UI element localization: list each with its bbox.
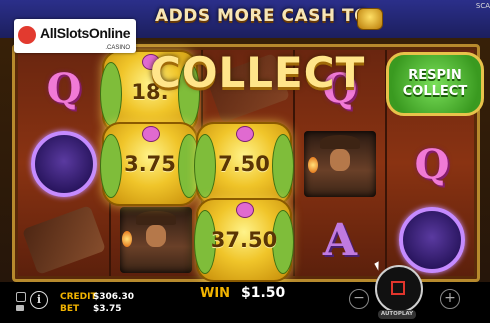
symbol-cowboy bbox=[294, 126, 386, 202]
gem-icon bbox=[142, 126, 160, 142]
collect-title: COLLECT bbox=[150, 48, 366, 97]
scarab-cash-symbol: 37.50 bbox=[194, 198, 294, 282]
spin-button[interactable] bbox=[375, 265, 423, 313]
scarab-cash-symbol: 3.75 bbox=[100, 122, 200, 206]
gem-icon bbox=[236, 126, 254, 142]
sound-icon[interactable] bbox=[16, 305, 24, 311]
respin-label: RESPIN bbox=[408, 68, 462, 83]
gem-icon bbox=[236, 202, 254, 218]
win-label: WIN bbox=[200, 286, 231, 301]
anubis-icon bbox=[399, 207, 465, 273]
increase-bet-button[interactable]: + bbox=[440, 289, 460, 309]
logo-icon bbox=[18, 26, 36, 44]
gun-icon bbox=[21, 205, 107, 275]
logo-name: AllSlotsOnline bbox=[40, 25, 131, 41]
scarab-value: 37.50 bbox=[210, 228, 278, 252]
scarab-cash-symbol: 7.50 bbox=[194, 122, 294, 206]
casino-logo: AllSlotsOnline .CASINO bbox=[14, 19, 136, 53]
stop-icon bbox=[391, 281, 405, 295]
anubis-icon bbox=[31, 131, 97, 197]
symbol-cowboy bbox=[110, 202, 202, 278]
credit-value: $306.30 bbox=[93, 292, 134, 302]
info-icon[interactable]: i bbox=[30, 291, 48, 309]
slot-game-screen: ADDS MORE CASH TO SCA Q Q A Q 18. 3.75 7… bbox=[0, 0, 490, 323]
collect-label: COLLECT bbox=[402, 84, 468, 99]
logo-sub: .CASINO bbox=[105, 45, 130, 51]
autoplay-button[interactable]: AUTOPLAY bbox=[378, 310, 416, 319]
scarab-icon bbox=[357, 8, 383, 30]
respin-collect-symbol: RESPIN COLLECT bbox=[386, 52, 484, 116]
menu-icon[interactable] bbox=[16, 292, 26, 302]
torch-icon bbox=[308, 157, 318, 173]
credit-label: CREDIT bbox=[60, 292, 97, 302]
cowboy-icon bbox=[120, 207, 192, 273]
torch-icon bbox=[122, 231, 132, 247]
bet-label: BET bbox=[60, 304, 80, 314]
scarab-value: 3.75 bbox=[124, 152, 176, 176]
symbol-a: A bbox=[322, 214, 358, 266]
decrease-bet-button[interactable]: − bbox=[349, 289, 369, 309]
symbol-anubis bbox=[18, 126, 110, 202]
banner-corner-text: SCA bbox=[475, 2, 490, 10]
symbol-q: Q bbox=[414, 140, 450, 188]
scarab-value: 7.50 bbox=[218, 152, 270, 176]
symbol-gun-belt bbox=[18, 202, 110, 278]
symbol-q: Q bbox=[46, 64, 82, 112]
win-value: $1.50 bbox=[241, 285, 286, 301]
banner-message: ADDS MORE CASH TO bbox=[155, 6, 370, 26]
bet-value: $3.75 bbox=[93, 304, 122, 314]
cowboy-icon bbox=[304, 131, 376, 197]
